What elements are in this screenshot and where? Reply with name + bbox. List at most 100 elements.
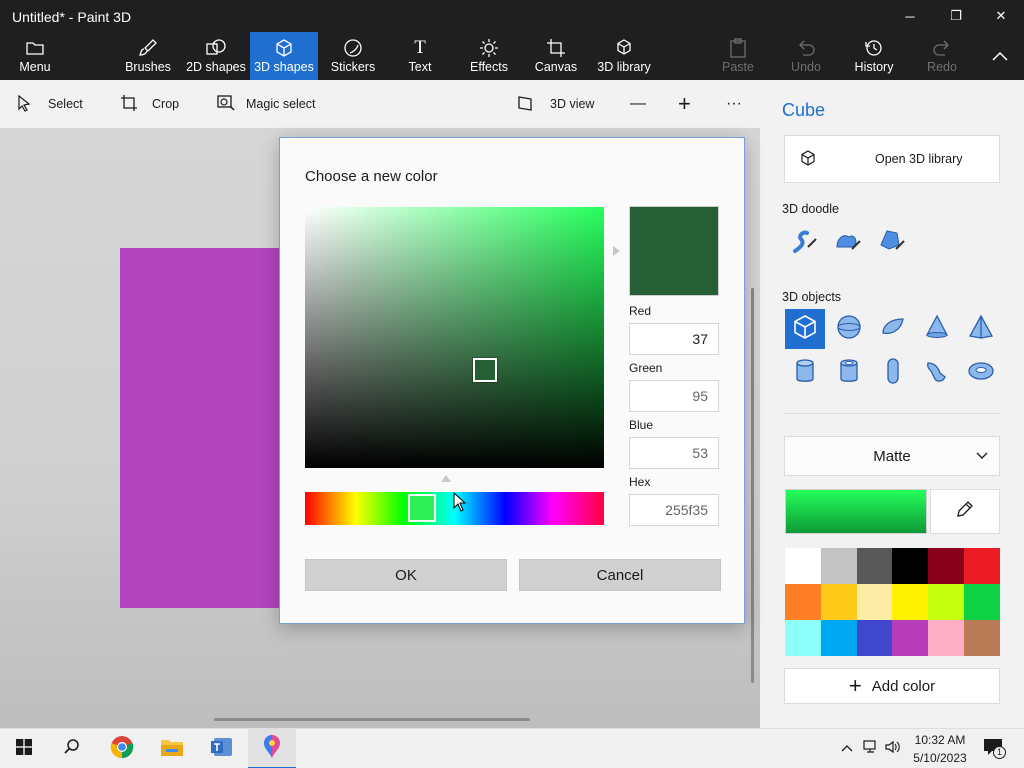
magic-select-tool[interactable]: Magic select bbox=[216, 80, 315, 128]
taskbar-file-explorer[interactable] bbox=[148, 729, 196, 768]
start-button[interactable] bbox=[0, 729, 48, 768]
paste-label: Paste bbox=[722, 60, 754, 74]
palette-swatch[interactable] bbox=[964, 620, 1000, 656]
taskbar-chrome[interactable] bbox=[98, 729, 146, 768]
more-options-button[interactable]: ··· bbox=[726, 80, 742, 128]
saturation-value-field[interactable] bbox=[305, 207, 604, 468]
palette-swatch[interactable] bbox=[820, 620, 857, 656]
hex-input[interactable] bbox=[629, 494, 719, 526]
palette-swatch[interactable] bbox=[892, 548, 929, 584]
toolbar: Select Crop Magic select 3D view — + ··· bbox=[0, 80, 760, 128]
tab-text[interactable]: T Text bbox=[396, 32, 444, 80]
search-icon bbox=[63, 738, 81, 761]
zoom-out-button[interactable]: — bbox=[630, 80, 646, 128]
hue-slider-thumb[interactable] bbox=[408, 494, 436, 522]
color-picker-dialog: Choose a new color Red Green Blue Hex OK… bbox=[279, 137, 745, 624]
palette-swatch[interactable] bbox=[785, 548, 821, 584]
undo-button[interactable]: Undo bbox=[784, 32, 828, 80]
tab-label: Canvas bbox=[534, 60, 578, 74]
3d-library-icon bbox=[614, 38, 634, 58]
select-cursor-icon bbox=[16, 94, 32, 115]
palette-swatch[interactable] bbox=[785, 620, 821, 656]
tab-canvas[interactable]: Canvas bbox=[532, 32, 580, 80]
current-color-swatch[interactable] bbox=[785, 489, 927, 534]
tube-doodle-icon bbox=[877, 225, 907, 260]
palette-swatch[interactable] bbox=[928, 584, 965, 620]
minimize-button[interactable]: ─ bbox=[887, 0, 933, 32]
select-tool[interactable]: Select bbox=[16, 80, 83, 128]
curved-cylinder-button[interactable] bbox=[917, 353, 957, 393]
palette-swatch[interactable] bbox=[856, 620, 893, 656]
close-button[interactable]: ✕ bbox=[978, 0, 1024, 32]
vertical-scrollbar[interactable] bbox=[751, 288, 754, 683]
palette-swatch[interactable] bbox=[856, 584, 893, 620]
system-clock[interactable]: 10:32 AM 5/10/2023 bbox=[908, 731, 972, 767]
sharp-doodle-button[interactable] bbox=[784, 222, 824, 262]
crop-label: Crop bbox=[152, 97, 180, 111]
tab-2d-shapes[interactable]: 2D shapes bbox=[182, 32, 250, 80]
ok-button[interactable]: OK bbox=[305, 559, 507, 591]
taskbar-teams[interactable] bbox=[198, 729, 246, 768]
mouse-pointer-icon bbox=[453, 491, 467, 517]
paint-3d-icon bbox=[261, 733, 283, 764]
history-button[interactable]: History bbox=[850, 32, 898, 80]
torus-button[interactable] bbox=[961, 353, 1001, 393]
palette-swatch[interactable] bbox=[892, 620, 929, 656]
palette-swatch[interactable] bbox=[785, 584, 821, 620]
crop-tool[interactable]: Crop bbox=[120, 80, 179, 128]
blue-input[interactable] bbox=[629, 437, 719, 469]
palette-swatch[interactable] bbox=[820, 548, 857, 584]
horizontal-scrollbar[interactable] bbox=[214, 718, 530, 721]
sphere-button[interactable] bbox=[829, 309, 869, 349]
add-color-label: Add color bbox=[871, 677, 936, 695]
palette-swatch[interactable] bbox=[964, 584, 1000, 620]
pyramid-button[interactable] bbox=[961, 309, 1001, 349]
collapse-ribbon-button[interactable] bbox=[980, 32, 1020, 80]
palette-swatch[interactable] bbox=[820, 584, 857, 620]
red-input[interactable] bbox=[629, 323, 719, 355]
tab-label: 2D shapes bbox=[186, 60, 246, 74]
color-field-cursor[interactable] bbox=[473, 358, 497, 382]
hemisphere-button[interactable] bbox=[873, 309, 913, 349]
cancel-button[interactable]: Cancel bbox=[519, 559, 721, 591]
show-hidden-icons[interactable] bbox=[836, 729, 858, 768]
soft-doodle-button[interactable] bbox=[828, 222, 868, 262]
canvas-shape[interactable] bbox=[120, 248, 290, 608]
palette-swatch[interactable] bbox=[928, 620, 965, 656]
capsule-button[interactable] bbox=[873, 353, 913, 393]
cube-button[interactable] bbox=[785, 309, 825, 349]
volume-tray[interactable] bbox=[882, 729, 904, 768]
add-color-button[interactable]: + Add color bbox=[784, 668, 1000, 704]
tab-3d-shapes[interactable]: 3D shapes bbox=[250, 32, 318, 80]
restore-button[interactable]: ❐ bbox=[933, 0, 979, 32]
palette-swatch[interactable] bbox=[928, 548, 965, 584]
tab-3d-library[interactable]: 3D library bbox=[594, 32, 654, 80]
green-input[interactable] bbox=[629, 380, 719, 412]
tube-doodle-button[interactable] bbox=[872, 222, 912, 262]
tab-effects[interactable]: Effects bbox=[464, 32, 514, 80]
network-tray[interactable] bbox=[860, 729, 882, 768]
eyedropper-button[interactable] bbox=[930, 489, 1000, 534]
zoom-in-button[interactable]: + bbox=[678, 80, 691, 128]
tab-brushes[interactable]: Brushes bbox=[120, 32, 176, 80]
redo-button[interactable]: Redo bbox=[920, 32, 964, 80]
undo-icon bbox=[796, 38, 816, 58]
cone-button[interactable] bbox=[917, 309, 957, 349]
3d-doodle-label: 3D doodle bbox=[782, 202, 839, 216]
open-3d-library-button[interactable]: Open 3D library bbox=[784, 135, 1000, 183]
search-button[interactable] bbox=[48, 729, 96, 768]
palette-swatch[interactable] bbox=[892, 584, 929, 620]
paste-button[interactable]: Paste bbox=[716, 32, 760, 80]
panel-title: Cube bbox=[782, 100, 826, 120]
palette-swatch[interactable] bbox=[856, 548, 893, 584]
notifications-button[interactable]: 1 bbox=[978, 729, 1008, 768]
palette-swatch[interactable] bbox=[964, 548, 1000, 584]
tube-button[interactable] bbox=[829, 353, 869, 393]
cylinder-button[interactable] bbox=[785, 353, 825, 393]
3d-view-toggle[interactable]: 3D view bbox=[516, 80, 594, 128]
material-dropdown[interactable]: Matte bbox=[784, 436, 1000, 476]
tab-stickers[interactable]: Stickers bbox=[326, 32, 380, 80]
taskbar-paint-3d[interactable] bbox=[248, 729, 296, 768]
menu-button[interactable]: Menu bbox=[8, 32, 62, 80]
hemisphere-icon bbox=[879, 313, 907, 346]
